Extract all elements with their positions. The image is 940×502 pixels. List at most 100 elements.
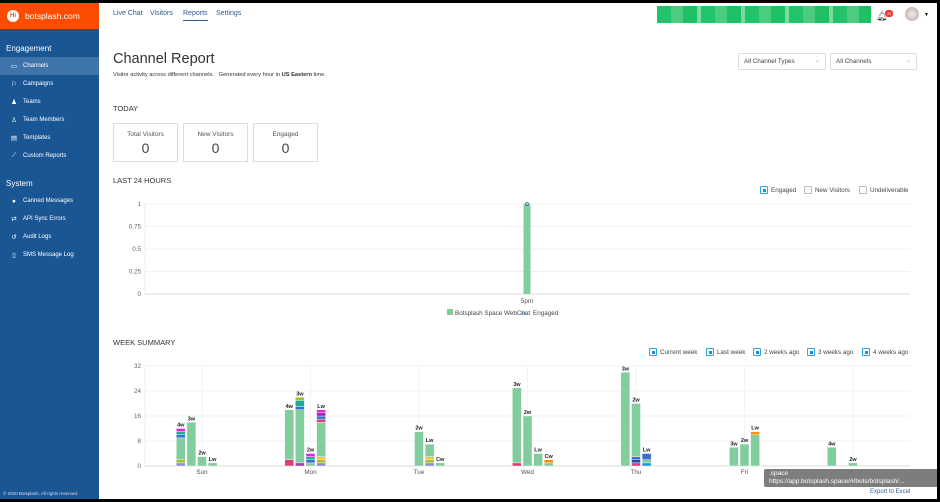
bar-label: Cw [436,457,445,463]
bar-segment[interactable] [176,428,186,432]
bar-segment[interactable] [739,443,750,467]
bar-mon-3w[interactable] [295,397,305,467]
bar-segment[interactable] [295,409,305,464]
bar-tue-lw[interactable] [424,443,435,467]
y-tick-label: 1 [137,201,141,208]
bar-segment[interactable] [197,456,207,467]
bar-segment[interactable] [186,422,197,467]
bar-wed-3w[interactable] [512,387,522,467]
bar-segment[interactable] [424,456,435,460]
bar-label: 2w [849,457,857,463]
bar-wed-cw[interactable] [544,459,554,467]
legend-line-icon: -o- [520,310,528,317]
bar-segment[interactable] [620,372,631,467]
bar-sat-4w[interactable] [827,447,837,467]
bar-fri-2w[interactable] [739,443,750,467]
bar-segment[interactable] [305,456,316,460]
y-tick-label: 16 [134,413,142,420]
app-window: Hi botsplash.com Engagement ▭ Channels ⚐ Cam… [0,3,937,499]
bar-segment[interactable] [305,453,316,457]
bar-sat-2w[interactable] [848,462,858,467]
bar-segment[interactable] [631,459,641,464]
y-tick-label: 0 [137,463,141,470]
bar-segment[interactable] [176,459,186,464]
bar-segment[interactable] [631,403,641,457]
bar-segment[interactable] [750,434,760,467]
bar-segment[interactable] [316,462,326,467]
bar-sun-3w[interactable] [186,422,197,467]
bar-segment[interactable] [305,462,316,467]
bar-segment[interactable] [641,462,652,467]
bar-segment[interactable] [424,459,435,464]
bar-tue-2w[interactable] [414,431,424,467]
legend-line: Engaged [533,310,559,317]
bar-segment[interactable] [176,462,186,467]
bar-segment[interactable] [522,415,533,467]
bar-segment[interactable] [544,462,554,467]
bar-segment[interactable] [316,409,326,414]
bar-mon-2w[interactable] [305,453,316,467]
bar-segment[interactable] [750,431,760,435]
bar-segment[interactable] [316,418,326,423]
bar-label: Lw [209,457,217,463]
x-tick-label: Tue [414,469,425,476]
bar-segment[interactable] [729,447,739,467]
bar-segment[interactable] [316,415,326,420]
x-tick-label: Fri [741,469,748,476]
bar-segment[interactable] [512,387,522,464]
bar-segment[interactable] [284,409,294,460]
bar-segment[interactable] [641,453,652,460]
bar-segment[interactable] [435,462,445,467]
bar-wed-2w[interactable] [522,415,533,467]
bar-segment[interactable] [533,453,543,467]
bar-segment[interactable] [544,459,554,464]
export-excel-link[interactable]: Export to Excel [870,489,910,496]
bar-label: Lw [317,404,325,410]
bar-segment[interactable] [631,456,641,460]
bar-label: 4w [177,423,185,429]
bar-segment[interactable] [207,462,218,467]
bar-label: 2w [198,451,206,457]
bar-segment[interactable] [827,447,837,467]
bar-segment[interactable] [414,431,424,467]
bar-segment[interactable] [176,434,186,439]
bar-segment[interactable] [424,443,435,457]
bar-fri-3w[interactable] [729,447,739,467]
bar-segment[interactable] [316,422,326,457]
bar-segment[interactable] [295,406,305,410]
bar-tue-cw[interactable] [435,462,445,467]
y-tick-label: 32 [134,363,142,370]
bar-segment[interactable] [631,462,641,467]
bar-mon-4w[interactable] [284,409,294,467]
bar-sun-2w[interactable] [197,456,207,467]
x-tick-label: Mon [304,469,317,476]
x-tick-label: Thu [631,469,642,476]
bar-segment[interactable] [316,456,326,460]
bar-segment[interactable] [176,431,186,435]
bar-segment[interactable] [176,437,186,460]
bar-segment[interactable] [316,412,326,417]
bar-sun-4w[interactable] [176,428,186,467]
bar-mon-lw[interactable] [316,409,326,467]
bar-fri-lw[interactable] [750,431,760,467]
tooltip-title: .space [769,470,789,477]
bar-label: 2w [632,398,640,404]
bar-wed-lw[interactable] [533,453,543,467]
bar-segment[interactable] [424,462,435,467]
bar-segment[interactable] [848,462,858,467]
bar-segment[interactable] [295,400,305,407]
bar-segment[interactable] [284,459,294,467]
bar-sun-lw[interactable] [207,462,218,467]
bar-thu-lw[interactable] [641,453,652,467]
bar-segment[interactable] [316,459,326,464]
bar-label: 3w [188,416,196,422]
bar-thu-3w[interactable] [620,372,631,467]
bar-segment[interactable] [305,459,316,464]
bar-segment[interactable] [295,397,305,401]
bar-label: 4w [286,404,294,410]
bar-5pm[interactable] [523,204,531,294]
bar-segment[interactable] [295,462,305,467]
bar-segment[interactable] [512,462,522,467]
bar-segment[interactable] [641,459,652,464]
bar-thu-2w[interactable] [631,403,641,467]
